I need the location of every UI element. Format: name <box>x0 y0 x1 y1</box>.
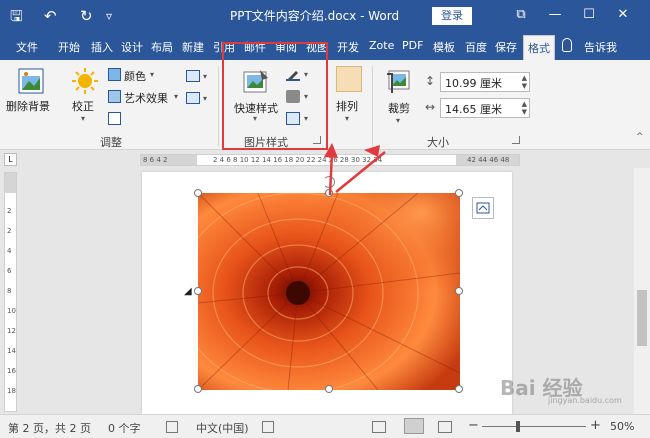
page-count[interactable]: 第 2 页，共 2 页 <box>8 420 91 436</box>
zoom-slider-knob[interactable] <box>516 421 520 432</box>
status-bar: 第 2 页，共 2 页 0 个字 中文(中国) − + 50% <box>0 414 650 438</box>
proofing-icon[interactable] <box>166 421 178 433</box>
macro-record-icon[interactable] <box>262 421 274 433</box>
read-mode-icon[interactable] <box>372 421 386 433</box>
language-indicator[interactable]: 中文(中国) <box>196 420 249 436</box>
zoom-slider[interactable] <box>482 426 586 427</box>
zoom-level[interactable]: 50% <box>610 420 634 433</box>
zoom-out-button[interactable]: − <box>468 418 479 433</box>
print-layout-icon[interactable] <box>404 418 424 434</box>
word-count[interactable]: 0 个字 <box>108 420 141 436</box>
zoom-in-button[interactable]: + <box>590 418 601 433</box>
watermark-url: jingyan.baidu.com <box>548 396 622 405</box>
web-layout-icon[interactable] <box>438 421 452 433</box>
word-window: 🖫 ↶ ↻ ▿ PPT文件内容介绍.docx - Word 登录 ⧉ — ☐ ✕… <box>0 0 650 438</box>
